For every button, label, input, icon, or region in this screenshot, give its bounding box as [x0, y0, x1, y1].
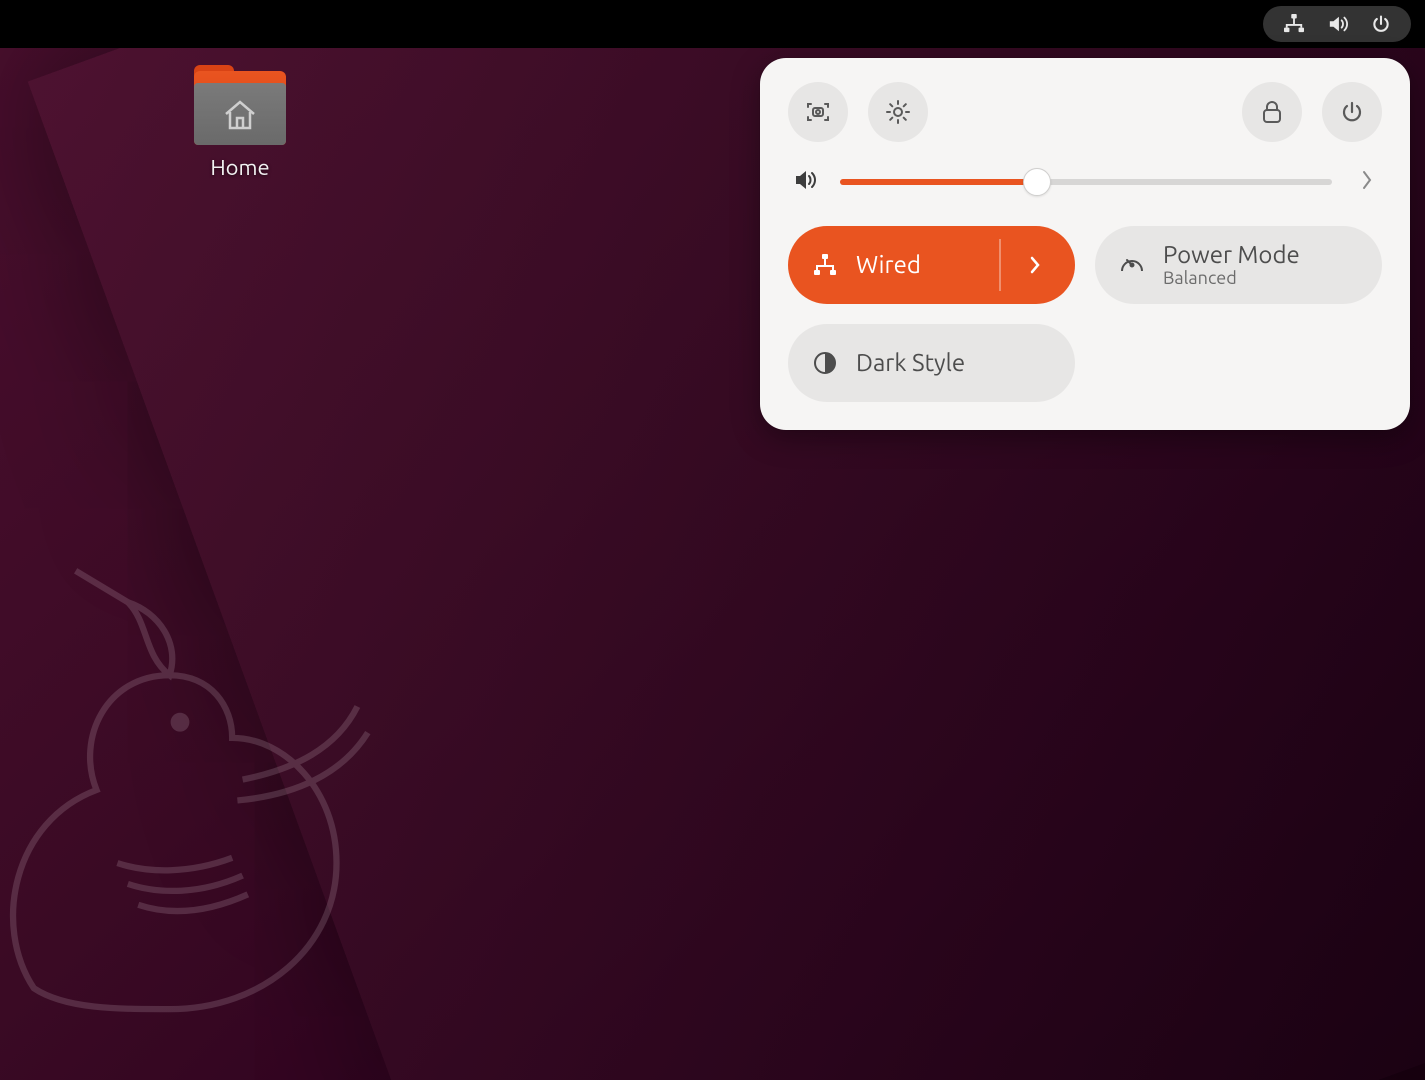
power-mode-value: Balanced: [1163, 268, 1372, 289]
dark-style-icon: [810, 350, 840, 376]
home-icon: [220, 96, 260, 132]
dark-style-label: Dark Style: [856, 349, 1065, 377]
screenshot-button[interactable]: [788, 82, 848, 142]
gear-icon: [884, 98, 912, 126]
system-tray[interactable]: [1263, 6, 1411, 42]
wired-network-toggle[interactable]: Wired: [788, 226, 1075, 304]
top-bar: [0, 0, 1425, 48]
power-icon: [1371, 14, 1391, 34]
volume-slider[interactable]: [840, 172, 1332, 192]
lock-button[interactable]: [1242, 82, 1302, 142]
quick-settings-panel: Wired Power Mode Balanced: [760, 58, 1410, 430]
power-mode-label: Power Mode: [1163, 241, 1372, 269]
volume-row: [788, 164, 1382, 200]
ubuntu-mascot: [0, 550, 390, 1030]
power-icon: [1339, 99, 1365, 125]
power-mode-icon: [1117, 251, 1147, 279]
screenshot-icon: [804, 98, 832, 126]
lock-icon: [1259, 98, 1285, 126]
quick-toggle-grid: Wired Power Mode Balanced: [788, 226, 1382, 402]
network-wired-icon: [1283, 14, 1305, 34]
desktop-home-label: Home: [210, 155, 269, 180]
chevron-right-icon: [1360, 168, 1374, 192]
power-mode-toggle[interactable]: Power Mode Balanced: [1095, 226, 1382, 304]
desktop-home-folder[interactable]: Home: [175, 65, 305, 180]
power-menu-button[interactable]: [1322, 82, 1382, 142]
folder-icon: [194, 65, 286, 145]
volume-speaker-icon: [794, 168, 820, 196]
volume-icon: [1327, 14, 1349, 34]
network-wired-icon: [810, 253, 840, 277]
quick-settings-top-row: [788, 82, 1382, 142]
volume-expand-button[interactable]: [1352, 164, 1382, 200]
dark-style-toggle[interactable]: Dark Style: [788, 324, 1075, 402]
wired-label: Wired: [856, 251, 989, 279]
chevron-right-icon: [1028, 253, 1042, 277]
wired-submenu-button[interactable]: [1005, 235, 1065, 295]
settings-button[interactable]: [868, 82, 928, 142]
